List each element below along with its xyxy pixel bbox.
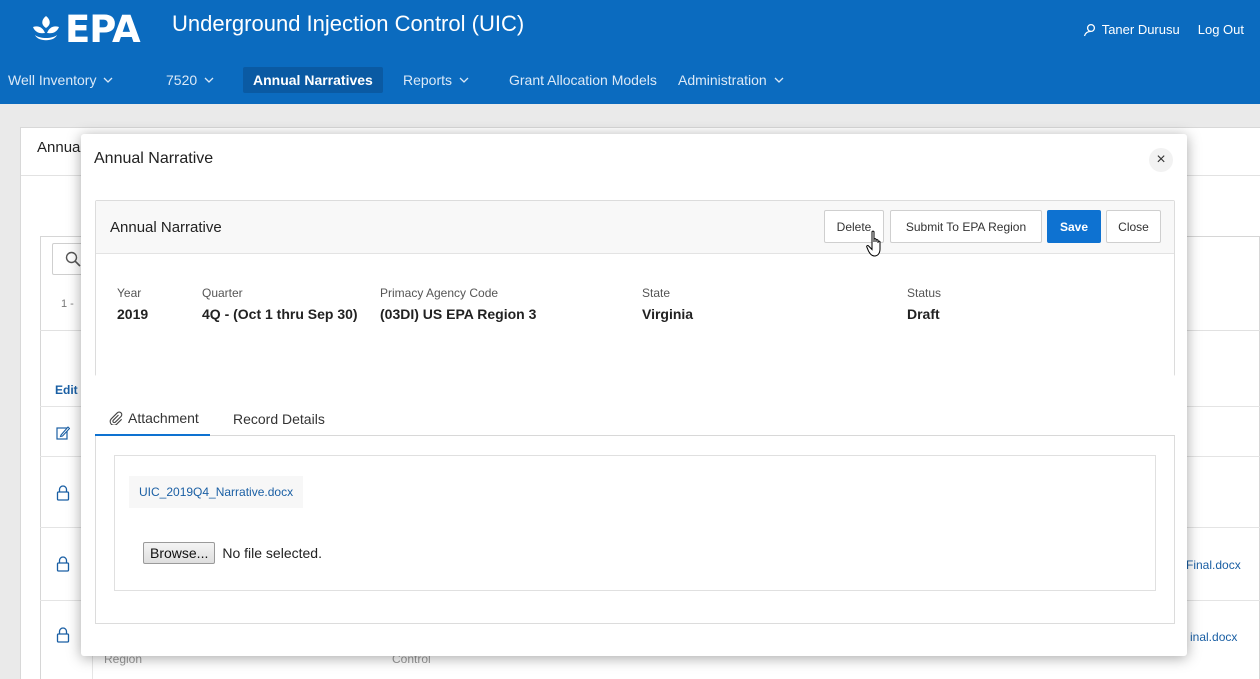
epa-logo[interactable]: EPA [30, 7, 141, 51]
chevron-down-icon [103, 77, 113, 83]
pagination-text: 1 - [61, 298, 74, 310]
user-menu[interactable]: Taner Durusu [1083, 22, 1180, 37]
field-label: Status [907, 286, 942, 300]
nav-grant-allocation-models[interactable]: Grant Allocation Models [503, 67, 663, 93]
field-label: Primacy Agency Code [380, 286, 499, 300]
user-icon [1083, 23, 1095, 36]
close-icon: × [1156, 151, 1166, 168]
field-value: Virginia [642, 306, 694, 322]
logout-link[interactable]: Log Out [1198, 22, 1244, 37]
submit-to-region-button[interactable]: Submit To EPA Region [890, 210, 1042, 243]
chevron-down-icon [459, 77, 469, 83]
field-value: Draft [907, 306, 940, 322]
lock-icon [56, 556, 70, 572]
status-field: Status Draft [907, 286, 941, 324]
save-button[interactable]: Save [1047, 210, 1101, 243]
nav-label: Administration [678, 72, 767, 88]
epa-flower-icon [33, 16, 59, 41]
field-label: State [642, 286, 671, 300]
lock-icon [56, 485, 70, 501]
edit-icon[interactable] [56, 425, 70, 441]
close-button[interactable]: Close [1106, 210, 1161, 243]
attachment-container: UIC_2019Q4_Narrative.docx Browse... No f… [114, 455, 1156, 591]
no-file-text: No file selected. [222, 545, 322, 561]
chevron-down-icon [204, 77, 214, 83]
hand-cursor-icon [866, 230, 881, 257]
paperclip-icon [109, 411, 123, 425]
field-value: 2019 [117, 306, 149, 322]
quarter-field: Quarter 4Q - (Oct 1 thru Sep 30) [202, 286, 362, 324]
edit-column-header[interactable]: Edit [55, 383, 78, 397]
nav-administration[interactable]: Administration [672, 67, 790, 93]
tab-label: Attachment [128, 410, 199, 426]
dialog-close-button[interactable]: × [1149, 148, 1173, 172]
agency-code-field: Primacy Agency Code (03DI) US EPA Region… [380, 286, 536, 324]
file-link[interactable]: Final.docx [1186, 558, 1241, 572]
user-area: Taner Durusu Log Out [1083, 22, 1244, 37]
record-fields: Year 2019 Quarter 4Q - (Oct 1 thru Sep 3… [96, 254, 1174, 376]
narrative-region: Annual Narrative Delete Submit To EPA Re… [95, 200, 1175, 376]
tab-attachment[interactable]: Attachment [95, 402, 210, 436]
annual-narrative-dialog: Annual Narrative × Annual Narrative Dele… [81, 134, 1187, 656]
browse-button[interactable]: Browse... [143, 542, 216, 564]
nav-well-inventory[interactable]: Well Inventory [2, 67, 119, 93]
chevron-down-icon [774, 77, 784, 83]
year-field: Year 2019 [117, 286, 148, 324]
lock-icon [56, 627, 70, 643]
region-header: Annual Narrative Delete Submit To EPA Re… [96, 201, 1174, 254]
nav-label: Annual Narratives [253, 72, 373, 88]
nav-label: Well Inventory [8, 72, 97, 88]
nav-7520[interactable]: 7520 [160, 67, 220, 93]
search-icon [65, 251, 81, 267]
tab-label: Record Details [233, 411, 325, 427]
nav-reports[interactable]: Reports [397, 67, 475, 93]
nav-annual-narratives[interactable]: Annual Narratives [243, 67, 383, 93]
dialog-title: Annual Narrative [94, 150, 214, 167]
main-nav: Well Inventory 7520 Annual Narratives Re… [0, 56, 1260, 104]
tab-bar: Attachment Record Details [95, 402, 1175, 436]
field-value: (03DI) US EPA Region 3 [380, 306, 537, 322]
nav-label: Grant Allocation Models [509, 72, 657, 88]
top-header: EPA Underground Injection Control (UIC) … [0, 0, 1260, 56]
state-field: State Virginia [642, 286, 693, 324]
attachment-panel: UIC_2019Q4_Narrative.docx Browse... No f… [95, 436, 1175, 624]
logo-text: EPA [65, 7, 141, 51]
region-title: Annual Narrative [110, 219, 222, 236]
page-title: Annua [37, 139, 81, 156]
nav-label: 7520 [166, 72, 198, 88]
file-input: Browse... No file selected. [143, 542, 322, 564]
field-value: 4Q - (Oct 1 thru Sep 30) [202, 306, 358, 322]
app-title[interactable]: Underground Injection Control (UIC) [172, 11, 524, 37]
attachment-file-link[interactable]: UIC_2019Q4_Narrative.docx [129, 476, 304, 508]
file-link[interactable]: inal.docx [1190, 630, 1237, 644]
field-label: Year [117, 286, 142, 300]
user-name: Taner Durusu [1101, 22, 1180, 37]
nav-label: Reports [403, 72, 453, 88]
field-label: Quarter [202, 286, 243, 300]
tab-record-details[interactable]: Record Details [233, 402, 325, 436]
